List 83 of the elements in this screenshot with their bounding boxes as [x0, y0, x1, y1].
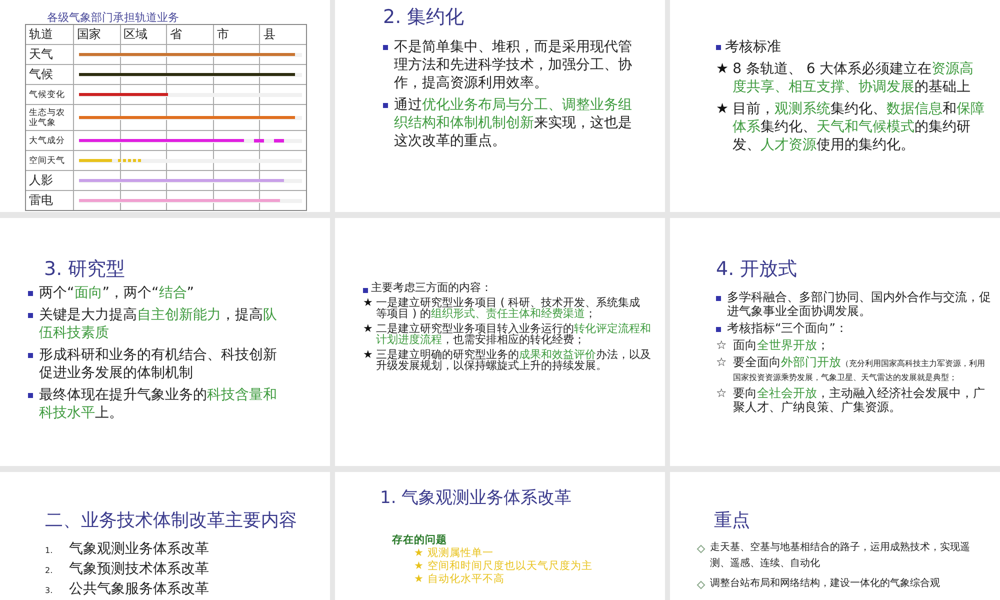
slide-title: 重点: [714, 509, 751, 532]
bullet-icon: [383, 103, 388, 108]
slide-thumbnail[interactable]: 考核标准 ★ 8 条轨道、 6 大体系必须建立在资源高度共享、相互支撑、协调发展的基础上 ★ 目前，观测系统集约化、数据信息和保障体系集约化、天气和气候模式的集约研发、人才资源使用的集约化。: [670, 0, 1000, 212]
bullet-text: 两个“面向”，两个“结合”: [39, 284, 196, 302]
slide-thumbnail[interactable]: 重点 走天基、空基与地基相结合的路子，运用成熟技术，实现遥测、遥感、连续、自动化 调整台站布局和网络结构，建设一体化的气象综合观: [670, 472, 1000, 600]
bullet-text: 主要考虑三方面的内容：: [371, 282, 493, 294]
bullet-text: 面向全世界开放；: [732, 338, 830, 352]
bullet-icon: [696, 544, 706, 554]
list-text: 气象预测技术体系改革: [69, 560, 209, 579]
bullet-text: 考核指标“三个面向”：: [727, 321, 848, 335]
bullet-text: 多学科融合、多部门协同、国内外合作与交流，促进气象事业全面协调发展。: [727, 290, 992, 318]
star-marker: ★: [414, 547, 424, 560]
problem-text: 观测属性单一: [427, 547, 494, 560]
star-marker: ★: [363, 322, 373, 334]
slide-title: 二、业务技术体制改革主要内容: [45, 509, 298, 532]
table-title: 各级气象部门承担轨道业务: [47, 12, 180, 24]
slide-thumbnail[interactable]: 主要考虑三方面的内容： ★ 一是建立研究型业务项目 ( 科研、技术开发、系统集成等项目 ) 的组织形式、责任主体和经费渠道； ★ 二是建立研究型业务项目转入业务运行的转化评定流程和计划进度流程，也需安排相应的转化经费； ★ 三是建立明确的研究型业务的成果和效益评价办法，以及升级发展规划，以保持螺旋式上升的持续发展。: [335, 218, 665, 466]
bullet-icon: [28, 353, 33, 358]
bullet-icon: [716, 296, 721, 301]
bullet-icon: [716, 327, 721, 332]
list-text: 公共气象服务体系改革: [69, 580, 209, 599]
star-marker: ☆: [716, 355, 727, 369]
bullet-text: 一是建立研究型业务项目 ( 科研、技术开发、系统集成等项目 ) 的组织形式、责任主体和经费渠道；: [376, 296, 642, 320]
star-marker: ★: [363, 348, 373, 360]
bullet-icon: [28, 291, 33, 296]
list-number: 2.: [45, 565, 54, 577]
row-label: 空间天气: [28, 154, 66, 168]
column-header: 轨道: [28, 26, 54, 43]
section-heading: 存在的问题: [392, 533, 448, 547]
problem-text: 自动化水平不高: [427, 573, 504, 586]
row-label: 大气成分: [28, 134, 66, 148]
slide-title: 4. 开放式: [716, 257, 798, 282]
list-text: 气象观测业务体系改革: [69, 540, 209, 559]
list-number: 3.: [45, 585, 54, 597]
bullet-text: 最终体现在提升气象业务的科技含量和科技水平上。: [39, 386, 278, 422]
bullet-text: 形成科研和业务的有机结合、科技创新促进业务发展的体制机制: [39, 346, 278, 382]
bullet-icon: [28, 393, 33, 398]
row-label: 雷电: [28, 192, 54, 209]
slide-title: 2. 集约化: [383, 5, 466, 30]
star-marker: ☆: [716, 338, 727, 352]
bullet-text: 考核标准: [725, 38, 782, 56]
slide-thumbnail[interactable]: 4. 开放式 多学科融合、多部门协同、国内外合作与交流，促进气象事业全面协调发展。 考核指标“三个面向”： ☆ 面向全世界开放； ☆ 要全面向外部门开放（充分利用国家高科技主力军资源，利用国家投资资源乘势发展，气象卫星、天气雷达的发展就是典型； ☆ 要向全社会开放，主动融入经济社会发展中，广聚人才、广纳良策、广集资源。: [670, 218, 1000, 466]
column-header: 区域: [120, 25, 166, 44]
star-marker: ☆: [716, 386, 727, 400]
column-header: 市: [212, 25, 260, 44]
bullet-icon: [716, 45, 721, 50]
bullet-text: 关键是大力提高自主创新能力，提高队伍科技素质: [39, 306, 278, 342]
bullet-text: 通过优化业务布局与分工、调整业务组织结构和体制机制创新来实现，这也是这次改革的重点。: [394, 96, 633, 150]
column-header: 国家: [73, 25, 120, 44]
slide-thumbnail[interactable]: 3. 研究型 两个“面向”，两个“结合” 关键是大力提高自主创新能力，提高队伍科技素质 形成科研和业务的有机结合、科技创新促进业务发展的体制机制 最终体现在提升气象业务的科技含量和科技水平上。: [0, 218, 330, 466]
bullet-icon: [383, 45, 388, 50]
bullet-icon: [696, 580, 706, 590]
star-marker: ★: [363, 296, 373, 308]
star-marker: ★: [716, 100, 729, 118]
bullet-text: 调整台站布局和网络结构，建设一体化的气象综合观: [710, 576, 941, 591]
bullet-text: 走天基、空基与地基相结合的路子，运用成熟技术，实现遥测、遥感、连续、自动化: [710, 540, 971, 571]
column-header: 省: [166, 25, 213, 44]
star-marker: ★: [414, 573, 424, 586]
bullet-text: 要向全社会开放，主动融入经济社会发展中，广聚人才、广纳良策、广集资源。: [732, 386, 986, 414]
bullet-text: 8 条轨道、 6 大体系必须建立在资源高度共享、相互支撑、协调发展的基础上: [732, 60, 975, 96]
star-marker: ★: [414, 560, 424, 573]
row-label: 天气: [28, 46, 54, 63]
column-header: 县: [259, 25, 306, 44]
bullet-icon: [28, 313, 33, 318]
slide-title: 3. 研究型: [44, 257, 126, 282]
bullet-text: 不是简单集中、堆积，而是采用现代管理方法和先进科学技术，加强分工、协作，提高资源利用效率。: [394, 38, 633, 92]
bullet-text: 二是建立研究型业务项目转入业务运行的转化评定流程和计划进度流程，也需安排相应的转化经费；: [376, 322, 651, 346]
slide-title: 1. 气象观测业务体系改革: [380, 487, 573, 509]
slide-thumbnail[interactable]: 1. 气象观测业务体系改革 存在的问题 ★ 观测属性单一 ★ 空间和时间尺度也以天气尺度为主 ★ 自动化水平不高: [335, 472, 665, 600]
bullet-text: 三是建立明确的研究型业务的成果和效益评价办法，以及升级发展规划，以保持螺旋式上升的持续发展。: [376, 348, 651, 372]
bullet-icon: [363, 288, 368, 292]
problem-text: 空间和时间尺度也以天气尺度为主: [427, 560, 592, 573]
row-label: 气候变化: [28, 88, 66, 102]
bullet-text: 目前，观测系统集约化、数据信息和保障体系集约化、天气和气候模式的集约研发、人才资源使用的集约化。: [732, 100, 986, 154]
slide-thumbnail[interactable]: 2. 集约化 不是简单集中、堆积，而是采用现代管理方法和先进科学技术，加强分工、协作，提高资源利用效率。 通过优化业务布局与分工、调整业务组织结构和体制机制创新来实现，这也是这次改革的重点。: [335, 0, 665, 212]
row-label: 气候: [28, 66, 54, 83]
slide-thumbnail[interactable]: 二、业务技术体制改革主要内容 1. 气象观测业务体系改革 2. 气象预测技术体系改革 3. 公共气象服务体系改革: [0, 472, 330, 600]
list-number: 1.: [45, 545, 54, 557]
bullet-text: 要全面向外部门开放（充分利用国家高科技主力军资源，利用国家投资资源乘势发展，气象卫星、天气雷达的发展就是典型；: [732, 355, 986, 383]
slide-thumbnail[interactable]: 各级气象部门承担轨道业务 轨道 国家 区域 省 市 县 天气 气候 气候变化 生态与农业气象 大气成分 空间天气 人影 雷电: [0, 0, 330, 212]
star-marker: ★: [716, 60, 729, 78]
row-label: 生态与农业气象: [28, 106, 66, 130]
row-label: 人影: [28, 172, 54, 189]
